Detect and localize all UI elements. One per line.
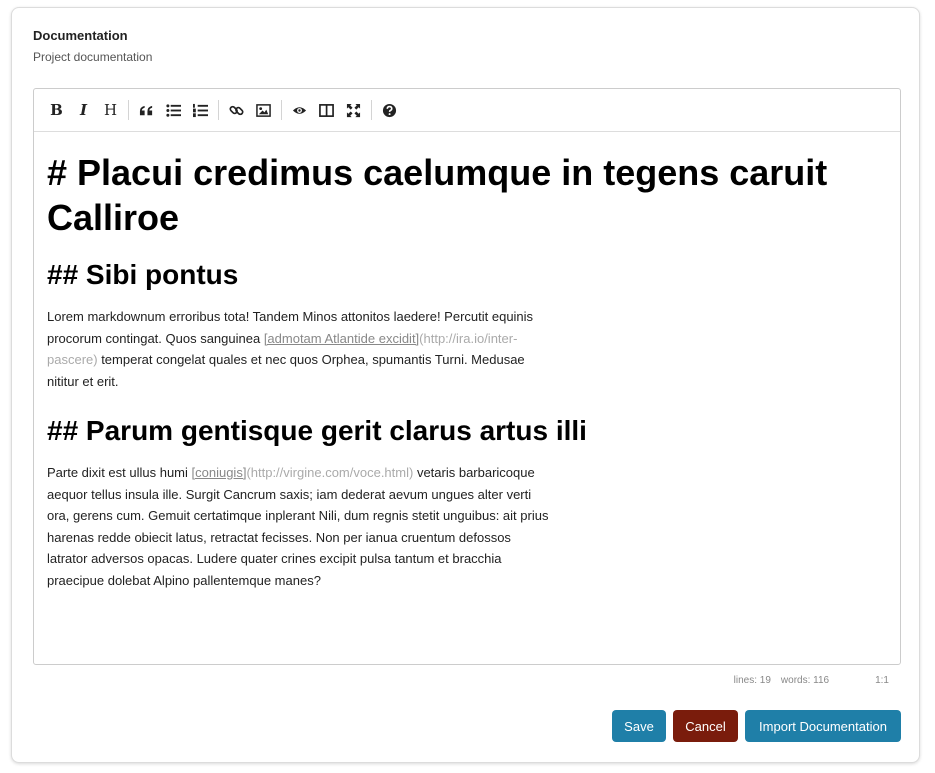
ordered-list-icon[interactable] (187, 96, 214, 124)
section-subtitle: Project documentation (33, 50, 153, 64)
editor-toolbar: B I H (34, 89, 900, 132)
paragraph-1-text-end: temperat congelat quales et nec quos Orp… (47, 352, 525, 389)
quote-icon[interactable] (133, 96, 160, 124)
paragraph-1-link[interactable]: [admotam Atlantide excidit] (264, 331, 419, 346)
italic-button[interactable]: I (70, 96, 97, 124)
documentation-card: Documentation Project documentation B I … (11, 7, 920, 763)
help-icon[interactable] (376, 96, 403, 124)
word-count: words: 116 (780, 675, 830, 686)
save-button[interactable]: Save (612, 710, 666, 742)
toolbar-divider (371, 100, 372, 120)
paragraph-2-text-end: vetaris barbaricoque aequor tellus insul… (47, 465, 549, 588)
toolbar-divider (218, 100, 219, 120)
heading-2-parum-gentisque: ## Parum gentisque gerit clarus artus il… (47, 415, 587, 446)
link-icon[interactable] (223, 96, 250, 124)
import-documentation-button[interactable]: Import Documentation (745, 710, 901, 742)
paragraph-1: Lorem markdownum erroribus tota! Tandem … (47, 306, 552, 392)
paragraph-2-link[interactable]: [coniugis] (192, 465, 247, 480)
cursor-position: 1:1 (875, 675, 889, 686)
heading-1: # Placui credimus caelumque in tegens ca… (47, 152, 828, 238)
heading-button[interactable]: H (97, 96, 124, 124)
cancel-button[interactable]: Cancel (673, 710, 738, 742)
paragraph-2-url: (http://virgine.com/voce.html) (246, 465, 414, 480)
heading-2-sibi-pontus: ## Sibi pontus (47, 259, 239, 290)
editor-content[interactable]: # Placui credimus caelumque in tegens ca… (34, 132, 900, 591)
editor-statusbar: lines: 19 words: 116 1:1 (734, 675, 889, 686)
side-by-side-icon[interactable] (313, 96, 340, 124)
markdown-editor: B I H # Placui credimus caelumque in teg… (33, 88, 901, 665)
unordered-list-icon[interactable] (160, 96, 187, 124)
paragraph-2-text: Parte dixit est ullus humi (47, 465, 192, 480)
toolbar-divider (128, 100, 129, 120)
toolbar-divider (281, 100, 282, 120)
paragraph-2: Parte dixit est ullus humi [coniugis](ht… (47, 462, 552, 591)
fullscreen-icon[interactable] (340, 96, 367, 124)
preview-icon[interactable] (286, 96, 313, 124)
image-icon[interactable] (250, 96, 277, 124)
section-title: Documentation (33, 28, 128, 43)
bold-button[interactable]: B (43, 96, 70, 124)
line-count: lines: 19 (733, 675, 771, 686)
